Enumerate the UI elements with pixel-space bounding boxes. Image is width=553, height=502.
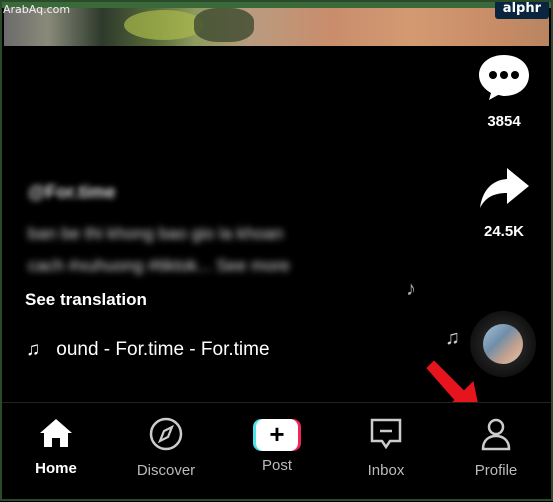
author-handle[interactable]: @For.time bbox=[28, 182, 116, 203]
bottom-nav: Home Discover + Post Inbox Profile bbox=[0, 402, 553, 502]
watermark-text: ArabAq.com bbox=[3, 3, 71, 16]
floating-note-icon: ♪ bbox=[406, 278, 416, 300]
nav-home[interactable]: Home bbox=[11, 417, 101, 477]
floating-note-icon: ♫ bbox=[445, 327, 460, 349]
top-border bbox=[0, 0, 553, 8]
share-count: 24.5K bbox=[483, 223, 525, 240]
comment-icon bbox=[479, 55, 529, 100]
video-preview[interactable] bbox=[4, 8, 549, 46]
music-track-label: ound - For.time - For.time bbox=[56, 339, 270, 360]
see-translation-link[interactable]: See translation bbox=[25, 290, 147, 310]
alphr-badge: alphr bbox=[494, 0, 549, 19]
nav-profile[interactable]: Profile bbox=[451, 417, 541, 479]
nav-home-label: Home bbox=[35, 460, 77, 477]
nav-post-label: Post bbox=[261, 457, 292, 474]
share-button[interactable]: 24.5K bbox=[464, 164, 544, 240]
post-plus-icon: + bbox=[253, 419, 301, 451]
nav-inbox[interactable]: Inbox bbox=[341, 417, 431, 479]
nav-inbox-label: Inbox bbox=[367, 462, 405, 479]
comment-button[interactable]: 3854 bbox=[464, 52, 544, 130]
nav-discover[interactable]: Discover bbox=[121, 417, 211, 479]
nav-post[interactable]: + Post bbox=[232, 417, 322, 474]
caption-line-2[interactable]: cach #xuhuong #tiktok... See more bbox=[28, 256, 408, 276]
video-blur-shape bbox=[194, 8, 254, 42]
compass-icon bbox=[149, 417, 183, 451]
music-note-icon: ♫ bbox=[26, 339, 41, 360]
person-icon bbox=[481, 418, 511, 451]
music-track[interactable]: ♫ ound - For.time - For.time bbox=[26, 339, 270, 361]
comment-count: 3854 bbox=[487, 113, 521, 130]
home-icon bbox=[40, 419, 72, 447]
nav-discover-label: Discover bbox=[136, 462, 196, 479]
video-blur-shape bbox=[124, 10, 204, 40]
nav-profile-label: Profile bbox=[474, 462, 518, 479]
share-arrow-icon bbox=[480, 168, 529, 208]
caption-line-1: ban be thi khong bao gio la khoan bbox=[28, 224, 284, 243]
inbox-icon bbox=[370, 418, 402, 450]
